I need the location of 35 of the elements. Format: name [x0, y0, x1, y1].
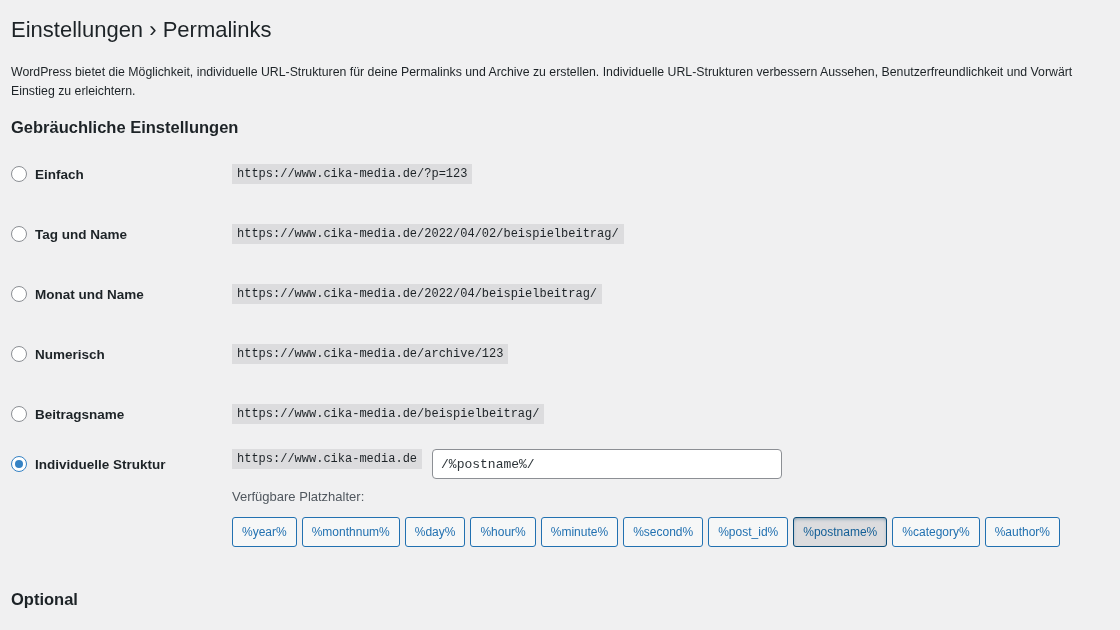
radio-button[interactable] — [11, 346, 27, 362]
radio-button[interactable] — [11, 456, 27, 472]
radio-button[interactable] — [11, 226, 27, 242]
intro-text: WordPress bietet die Möglichkeit, individuelle URL-Strukturen für deine Permalinks und Archive zu erstellen. Individuelle URL-Strukturen verbessern Aussehen, Benutzerfreundlichkeit und Vorwärt — [11, 64, 1074, 81]
placeholder-button[interactable]: %day% — [404, 517, 466, 547]
placeholder-button[interactable]: %postname% — [793, 517, 888, 547]
url-example: https://www.cika-media.de — [232, 449, 423, 469]
placeholder-button[interactable]: %category% — [892, 517, 980, 547]
placeholder-button[interactable]: %monthnum% — [301, 517, 400, 547]
url-example: https://www.cika-media.de/2022/04/beispielbeitrag/ — [232, 284, 603, 304]
url-example: https://www.cika-media.de/beispielbeitrag/ — [232, 404, 545, 424]
option-label[interactable]: Tag und Name — [35, 226, 127, 242]
option-label[interactable]: Individuelle Struktur — [35, 456, 166, 472]
placeholder-button[interactable]: %year% — [232, 517, 297, 547]
option-label[interactable]: Numerisch — [35, 346, 105, 362]
placeholder-button[interactable]: %hour% — [470, 517, 536, 547]
placeholder-button[interactable]: %author% — [984, 517, 1061, 547]
section-heading: Gebräuchliche Einstellungen — [11, 117, 240, 138]
radio-button[interactable] — [11, 406, 27, 422]
placeholder-button[interactable]: %minute% — [540, 517, 619, 547]
radio-button[interactable] — [11, 286, 27, 302]
placeholder-button[interactable]: %post_id% — [708, 517, 789, 547]
section-heading: Optional — [11, 589, 79, 610]
placeholder-button[interactable]: %second% — [623, 517, 704, 547]
option-label[interactable]: Monat und Name — [35, 286, 144, 302]
page-title: Einstellungen › Permalinks — [11, 16, 273, 44]
intro-text: Einstieg zu erleichtern. — [11, 83, 137, 100]
url-example: https://www.cika-media.de/2022/04/02/beispielbeitrag/ — [232, 224, 624, 244]
url-example: https://www.cika-media.de/?p=123 — [232, 164, 473, 184]
option-label[interactable]: Beitragsname — [35, 406, 125, 422]
url-example: https://www.cika-media.de/archive/123 — [232, 344, 509, 364]
radio-button[interactable] — [11, 166, 27, 182]
structure-field[interactable]: /%postname%/ — [432, 449, 783, 479]
option-label[interactable]: Einfach — [35, 166, 84, 182]
placeholders-label: Verfügbare Platzhalter: — [232, 489, 366, 504]
